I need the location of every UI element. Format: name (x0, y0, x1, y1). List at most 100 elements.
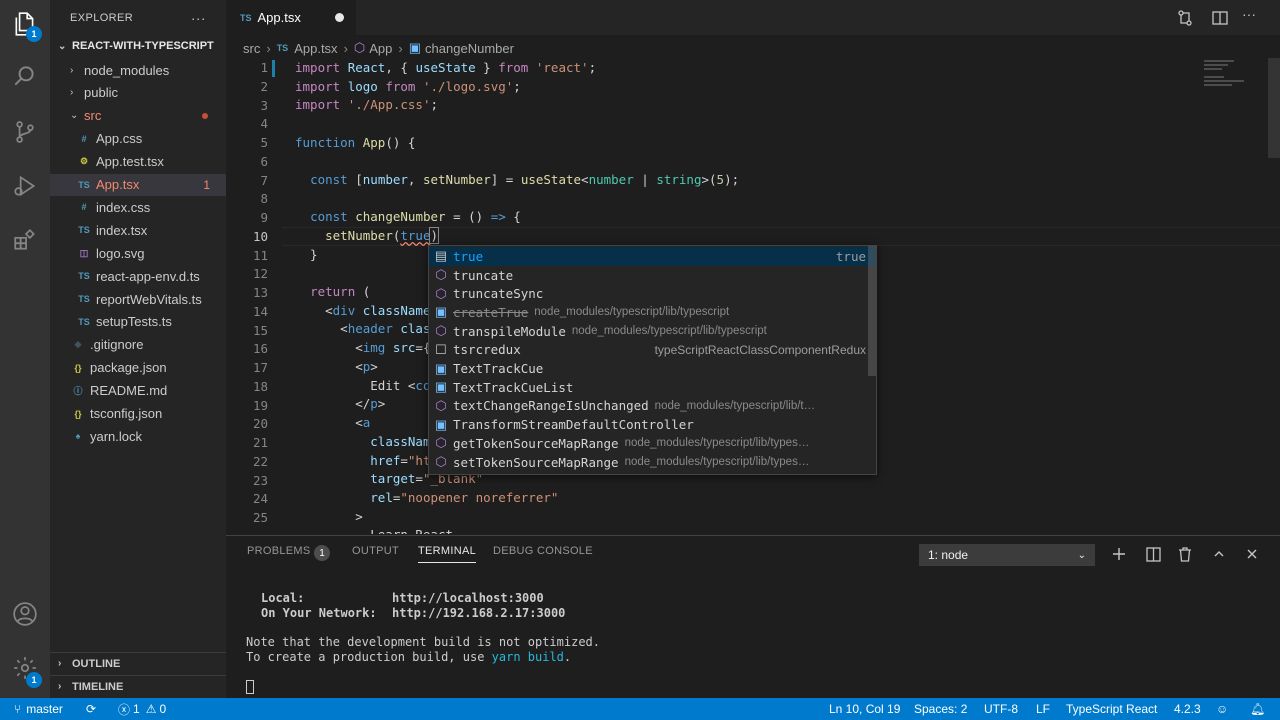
suggest-detail: node_modules/typescript/lib/typescript (571, 325, 767, 338)
code-line: > (295, 509, 363, 524)
chevron-right-icon: › (58, 658, 62, 669)
line-number: 2 (260, 78, 268, 94)
line-number: 6 (260, 153, 268, 169)
timeline-section[interactable]: › TIMELINE (50, 675, 226, 697)
trash-icon[interactable] (1175, 544, 1195, 564)
language-mode[interactable]: TypeScript React (1066, 698, 1157, 720)
file-tree-item[interactable]: ◆ .gitignore (50, 334, 226, 356)
tab-terminal[interactable]: TERMINAL (418, 545, 477, 563)
add-terminal-icon[interactable] (1109, 544, 1129, 564)
chevron-down-icon: ⌄ (58, 40, 67, 52)
run-debug-icon[interactable] (0, 162, 50, 210)
file-tree-item[interactable]: TS reportWebVitals.ts (50, 288, 226, 310)
open-changes-icon[interactable] (1176, 9, 1194, 27)
terminal-select[interactable]: 1: node ⌄ (919, 544, 1095, 566)
breadcrumb-file[interactable]: App.tsx (294, 41, 337, 56)
json-file-icon: {} (74, 362, 82, 373)
ts-version[interactable]: 4.2.3 (1174, 698, 1201, 720)
file-tree-item[interactable]: ⓘ README.md (50, 380, 226, 402)
file-tree-item[interactable]: › node_modules (50, 59, 226, 81)
close-panel-icon[interactable] (1242, 544, 1262, 564)
suggest-item[interactable]: ⬡ getTokenSourceMapRange node_modules/type… (429, 434, 876, 453)
split-terminal-icon[interactable] (1143, 544, 1163, 564)
settings-gear-icon[interactable]: 1 (0, 644, 50, 692)
branch-indicator[interactable]: ⑂ master (14, 698, 63, 720)
suggest-label: transpileModule (453, 323, 566, 339)
suggest-item[interactable]: ▣ TextTrackCue (429, 359, 876, 378)
file-tree-label: src (84, 108, 102, 124)
sync-icon[interactable]: ⟳ (86, 698, 96, 720)
suggest-item[interactable]: ⬡ truncateSync (429, 284, 876, 303)
suggest-scrollbar[interactable] (868, 246, 876, 376)
file-tree-item[interactable]: TS index.tsx (50, 219, 226, 241)
tab-problems[interactable]: PROBLEMS (247, 545, 311, 557)
unsaved-dot-icon[interactable] (335, 13, 344, 22)
suggest-label: TextTrackCueList (453, 379, 574, 395)
outline-section[interactable]: › OUTLINE (50, 652, 226, 674)
file-tree-label: index.tsx (96, 222, 148, 238)
line-number: 20 (252, 416, 268, 432)
file-tree-item[interactable]: # App.css (50, 128, 226, 150)
encoding[interactable]: UTF-8 (984, 698, 1018, 720)
code-line: } (295, 247, 318, 262)
suggest-item[interactable]: ⬡ textChangeRangeIsUnchanged node_modules/… (429, 397, 876, 416)
explorer-icon[interactable]: 1 (0, 0, 50, 48)
indentation[interactable]: Spaces: 2 (914, 698, 967, 720)
file-tree-item[interactable]: # index.css (50, 196, 226, 218)
file-tree-item[interactable]: TS setupTests.ts (50, 311, 226, 333)
suggest-item[interactable]: ▣ TextTrackCueList (429, 378, 876, 397)
feedback-icon[interactable]: ☺ (1216, 698, 1228, 720)
account-icon[interactable] (0, 590, 50, 638)
problems-indicator[interactable]: ⓧ 1 ⚠ 0 (118, 698, 166, 720)
tab-debug-console[interactable]: DEBUG CONSOLE (493, 545, 593, 557)
line-number: 25 (252, 510, 268, 525)
file-tree-item[interactable]: ⚙ App.test.tsx (50, 151, 226, 173)
code-line: const [number, setNumber] = useState<num… (310, 172, 740, 187)
minimap[interactable] (1204, 58, 1264, 98)
tab-app-tsx[interactable]: TS App.tsx (226, 0, 356, 35)
file-tree-item[interactable]: › public (50, 82, 226, 104)
more-actions-icon[interactable]: ··· (191, 10, 206, 26)
suggest-item[interactable]: ☐ tsrcredux typeScriptReactClassComponentR… (429, 341, 876, 360)
file-tree-item[interactable]: TS App.tsx 1 (50, 173, 226, 196)
suggest-item[interactable]: ⬡ transpileModule node_modules/typescript/… (429, 322, 876, 341)
suggest-item[interactable]: ⬡ truncate (429, 266, 876, 285)
file-tree-item[interactable]: TS react-app-env.d.ts (50, 265, 226, 287)
typescript-file-icon: TS (276, 43, 289, 53)
file-tree-item[interactable]: ♠ yarn.lock (50, 425, 226, 447)
suggest-item[interactable]: ▣ createTrue node_modules/typescript/lib/t… (429, 303, 876, 322)
markdown-file-icon: ⓘ (73, 386, 83, 397)
file-tree-item[interactable]: {} package.json (50, 357, 226, 379)
code-line: <p> (295, 359, 378, 374)
search-icon[interactable] (0, 52, 50, 100)
file-tree-item[interactable]: ⌄ src (50, 105, 226, 127)
warning-icon: ⚠ (145, 702, 157, 716)
suggest-item[interactable]: ▤ true true (429, 247, 876, 266)
cursor-position[interactable]: Ln 10, Col 19 (829, 698, 900, 720)
chevron-down-icon: ⌄ (1077, 549, 1086, 561)
notifications-bell-icon[interactable]: 🔔︎ (1250, 698, 1265, 720)
end-of-line[interactable]: LF (1036, 698, 1050, 720)
file-tree-item[interactable]: {} tsconfig.json (50, 403, 226, 425)
chevron-right-icon: › (70, 64, 74, 76)
maximize-panel-icon[interactable] (1209, 544, 1229, 564)
explorer-badge: 1 (26, 26, 42, 42)
css-file-icon: # (81, 133, 87, 144)
file-tree-item[interactable]: ◫ logo.svg (50, 242, 226, 264)
tab-output[interactable]: OUTPUT (352, 545, 399, 557)
breadcrumb-folder[interactable]: src (243, 41, 260, 56)
extensions-icon[interactable] (0, 216, 50, 264)
project-header[interactable]: ⌄ REACT-WITH-TYPESCRIPT (50, 35, 226, 57)
source-control-icon[interactable] (0, 108, 50, 156)
suggest-item[interactable]: ▣ TransformStreamDefaultController (429, 415, 876, 434)
suggest-item[interactable]: ⬡ setTokenSourceMapRange node_modules/type… (429, 453, 876, 472)
breadcrumb-symbol-changenumber[interactable]: changeNumber (425, 41, 514, 56)
editor-more-icon[interactable]: ··· (1242, 6, 1256, 22)
line-number: 17 (252, 360, 268, 375)
breadcrumb-symbol-app[interactable]: App (369, 41, 392, 56)
autocomplete-suggest-widget[interactable]: ▤ true true ⬡ truncate ⬡ truncateSync ▣ createTr… (428, 245, 877, 475)
editor-scrollbar[interactable] (1268, 58, 1280, 158)
line-number: 13 (252, 285, 268, 300)
split-editor-icon[interactable] (1211, 9, 1229, 27)
code-line: import './App.css'; (295, 97, 439, 112)
